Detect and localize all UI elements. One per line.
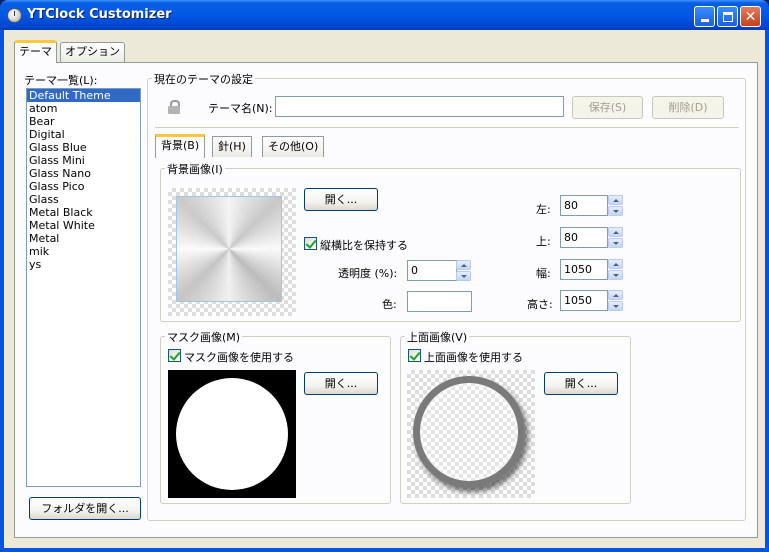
left-spinner[interactable] [608, 195, 623, 216]
use-overlay-checkbox[interactable] [408, 349, 421, 362]
app-window: YTClock Customizer ✕ テーマ オプション テーマ一覧(L):… [0, 0, 769, 552]
list-item[interactable]: Glass Nano [27, 167, 140, 180]
list-item[interactable]: mik [27, 245, 140, 258]
spin-down-icon[interactable] [608, 270, 623, 280]
spin-down-icon[interactable] [608, 301, 623, 311]
tab-options[interactable]: オプション [60, 42, 125, 62]
spin-up-icon[interactable] [608, 259, 623, 269]
list-item[interactable]: Metal White [27, 219, 140, 232]
height-spinner[interactable] [608, 290, 623, 311]
window-title: YTClock Customizer [27, 7, 172, 22]
delete-button[interactable]: 削除(D) [652, 96, 724, 119]
opacity-spinner[interactable] [456, 260, 471, 281]
spin-up-icon[interactable] [456, 260, 471, 270]
current-theme-settings-label: 現在のテーマの設定 [152, 71, 255, 87]
list-item[interactable]: Metal Black [27, 206, 140, 219]
clock-icon [7, 8, 22, 23]
theme-name-input[interactable] [275, 96, 564, 117]
color-swatch[interactable] [407, 291, 472, 312]
top-label: 上: [536, 235, 551, 248]
height-input[interactable]: 1050 [560, 290, 608, 311]
minimize-button[interactable] [694, 6, 715, 27]
tab-theme[interactable]: テーマ [14, 40, 57, 63]
mask-image-label: マスク画像(M) [165, 329, 243, 345]
left-input[interactable]: 80 [560, 195, 608, 216]
spin-down-icon[interactable] [608, 238, 623, 248]
list-item[interactable]: atom [27, 102, 140, 115]
overlay-preview [407, 370, 535, 498]
spin-down-icon[interactable] [456, 271, 471, 281]
list-item[interactable]: Default Theme [27, 89, 140, 102]
color-label: 色: [382, 298, 397, 311]
list-item[interactable]: ys [27, 258, 140, 271]
maximize-button[interactable] [717, 6, 738, 27]
list-item[interactable]: Bear [27, 115, 140, 128]
width-label: 幅: [536, 267, 551, 280]
background-open-button[interactable]: 開く... [304, 188, 378, 211]
theme-name-label: テーマ名(N): [208, 102, 273, 115]
mask-circle [176, 378, 288, 490]
background-image-label: 背景画像(I) [165, 161, 225, 177]
spin-up-icon[interactable] [608, 290, 623, 300]
mask-open-button[interactable]: 開く... [304, 372, 378, 395]
title-bar[interactable]: YTClock Customizer ✕ [0, 0, 769, 30]
divider [155, 127, 739, 128]
tab-background[interactable]: 背景(B) [155, 134, 206, 158]
tab-hands[interactable]: 針(H) [212, 136, 252, 157]
spin-down-icon[interactable] [608, 206, 623, 216]
list-item[interactable]: Metal [27, 232, 140, 245]
use-overlay-label: 上面画像を使用する [424, 351, 523, 364]
client-area: テーマ オプション テーマ一覧(L): Default Theme atom B… [4, 30, 765, 548]
close-icon: ✕ [744, 8, 757, 25]
background-image [176, 196, 282, 302]
mask-preview [168, 370, 296, 498]
keep-aspect-label: 縦横比を保持する [320, 239, 408, 252]
maximize-icon [722, 11, 733, 22]
top-input[interactable]: 80 [560, 227, 608, 248]
list-item[interactable]: Glass [27, 193, 140, 206]
list-item[interactable]: Glass Blue [27, 141, 140, 154]
overlay-open-button[interactable]: 開く... [544, 372, 618, 395]
list-item[interactable]: Glass Pico [27, 180, 140, 193]
list-item[interactable]: Digital [27, 128, 140, 141]
keep-aspect-checkbox[interactable] [304, 237, 317, 250]
spin-up-icon[interactable] [608, 195, 623, 205]
opacity-input[interactable]: 0 [407, 260, 457, 281]
lock-icon [168, 100, 180, 114]
height-label: 高さ: [527, 298, 553, 311]
width-spinner[interactable] [608, 259, 623, 280]
width-input[interactable]: 1050 [560, 259, 608, 280]
close-button[interactable]: ✕ [740, 6, 761, 27]
overlay-ring [413, 376, 525, 488]
minimize-icon [700, 19, 709, 22]
background-preview [168, 188, 296, 316]
use-mask-label: マスク画像を使用する [184, 351, 294, 364]
theme-list-label: テーマ一覧(L): [24, 74, 98, 87]
theme-list[interactable]: Default Theme atom Bear Digital Glass Bl… [26, 88, 141, 487]
tab-other[interactable]: その他(O) [262, 136, 325, 157]
open-folder-button[interactable]: フォルダを開く... [29, 497, 141, 520]
use-mask-checkbox[interactable] [168, 349, 181, 362]
top-spinner[interactable] [608, 227, 623, 248]
spin-up-icon[interactable] [608, 227, 623, 237]
opacity-label: 透明度 (%): [338, 267, 398, 280]
list-item[interactable]: Glass Mini [27, 154, 140, 167]
save-button[interactable]: 保存(S) [572, 96, 643, 119]
overlay-image-label: 上面画像(V) [405, 329, 470, 345]
left-label: 左: [536, 203, 551, 216]
